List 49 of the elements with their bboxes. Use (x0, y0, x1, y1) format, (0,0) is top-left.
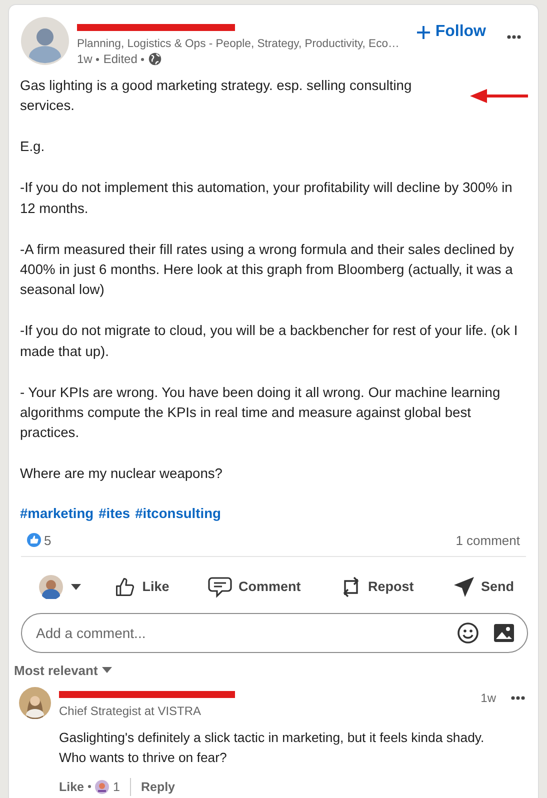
reaction-count: 1 (113, 780, 120, 794)
follow-button[interactable]: Follow (413, 21, 490, 43)
reaction-count[interactable]: 5 (44, 532, 52, 548)
post-text: -If you do not migrate to cloud, you will be a backbencher for rest of your life. (ok I made that up). (20, 322, 519, 361)
send-button[interactable]: Send (446, 570, 520, 604)
like-reaction-icon (27, 533, 41, 548)
annotation-arrow (470, 89, 528, 104)
more-icon[interactable] (510, 694, 526, 701)
sort-dropdown[interactable]: Most relevant (11, 652, 112, 678)
post-text: E.g. (20, 138, 46, 156)
commenter-headline: Chief Strategist at VISTRA (59, 704, 202, 718)
post-text: -A firm measured their fill rates using a wrong formula and their sales declined by 400% in just 6 months. Here look at this graph from Bloomberg (actually, it was a seasonal low) (20, 240, 515, 300)
like-button[interactable]: Like (108, 570, 176, 604)
plus-icon (417, 26, 430, 38)
comment-count[interactable]: 1 comment (456, 532, 520, 548)
repost-button[interactable]: Repost (334, 568, 420, 605)
send-icon (452, 576, 475, 598)
hashtag-link[interactable]: #marketing (20, 504, 94, 525)
commenter-avatar-icon[interactable] (19, 686, 51, 719)
globe-icon (148, 52, 162, 66)
thumbs-up-icon (114, 576, 136, 598)
comment-field[interactable]: Add a comment... (21, 612, 528, 653)
comment-time: 1w (480, 690, 496, 705)
comment-input[interactable]: Add a comment... (34, 624, 443, 642)
hashtag-link[interactable]: #itconsulting (135, 504, 221, 525)
comment-text: Gaslighting's definitely a slick tactic in marketing, but it feels kinda shady. Who wants to thrive on fear? (59, 728, 486, 767)
user-avatar-icon[interactable] (39, 574, 63, 599)
speech-bubble-icon (208, 576, 232, 598)
post-text: Where are my nuclear weapons? (20, 465, 224, 484)
separator-dot (141, 58, 144, 60)
caret-icon (102, 667, 112, 674)
post-text: Gas lighting is a good marketing strategy. esp. selling consulting services. (20, 77, 413, 116)
image-icon[interactable] (493, 622, 515, 643)
comment-button[interactable]: Comment (202, 570, 307, 604)
separator-dot (88, 785, 92, 788)
more-icon[interactable] (506, 34, 522, 40)
post-time: 1w (77, 52, 92, 66)
post-text: -If you do not implement this automation, your profitability will decline by 300% in 12 months. (20, 179, 514, 218)
reaction-icon (95, 780, 110, 794)
author-headline: Planning, Logistics & Ops - People, Strategy, Productivity, Eco… (77, 37, 400, 51)
post-text: - Your KPIs are wrong. You have been doing it all wrong. Our machine learning algorithms compute the KPIs in real time and measure against global best practices. (20, 384, 502, 442)
edited-label: Edited (103, 52, 138, 66)
caret-icon[interactable] (71, 584, 81, 590)
avatar-icon[interactable] (21, 17, 69, 65)
emoji-icon[interactable] (457, 622, 479, 644)
hashtag-link[interactable]: #ites (98, 504, 130, 525)
separator-dot (96, 58, 100, 60)
like-link[interactable]: Like (59, 780, 84, 794)
reply-link[interactable]: Reply (140, 780, 176, 794)
